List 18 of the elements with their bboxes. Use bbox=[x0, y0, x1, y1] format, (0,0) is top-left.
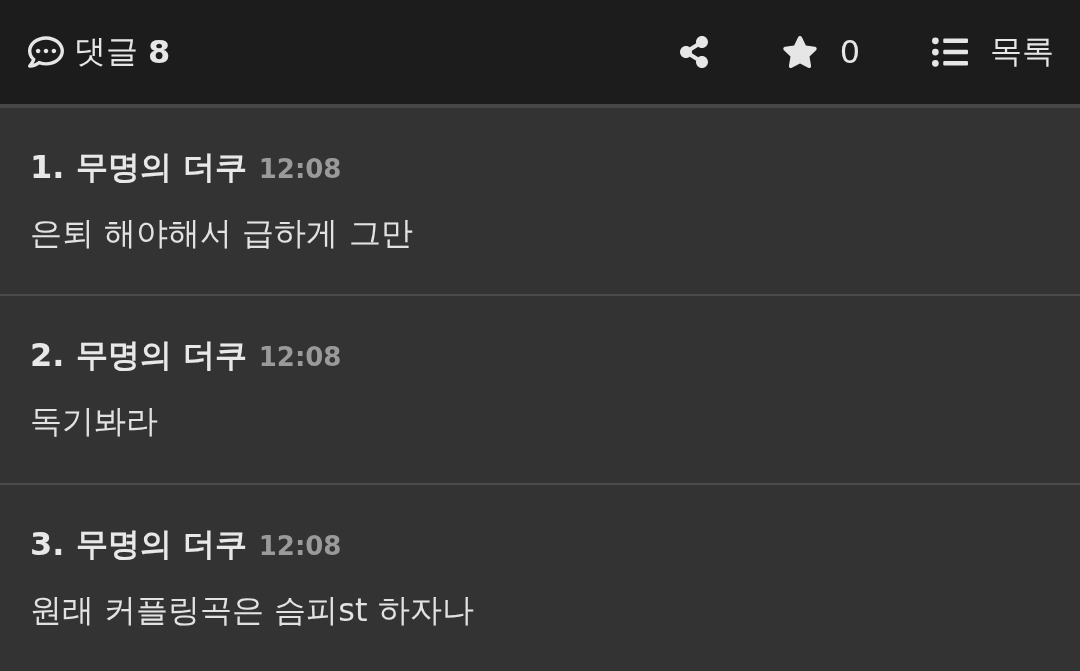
star-icon bbox=[781, 34, 818, 70]
comment-text: 은퇴 해야해서 급하게 그만 bbox=[30, 213, 414, 254]
list-button[interactable]: 목록 bbox=[932, 30, 1054, 74]
share-icon bbox=[677, 36, 710, 68]
comments-label: 댓글 bbox=[74, 31, 138, 72]
comment-icon bbox=[28, 34, 64, 70]
comment-text: 독기봐라 bbox=[30, 401, 159, 443]
comment-text: 원래 커플링곡은 슴피st 하자나 bbox=[30, 589, 475, 631]
comment-time: 12:08 bbox=[258, 342, 342, 373]
comment-time: 12:08 bbox=[258, 530, 342, 561]
comments-count: 8 bbox=[148, 33, 171, 71]
list-icon bbox=[932, 34, 968, 70]
comment-author: 3. 무명의 더쿠 bbox=[30, 523, 247, 565]
comment-author: 2. 무명의 더쿠 bbox=[30, 335, 247, 377]
comment-author: 1. 무명의 더쿠 bbox=[30, 147, 247, 188]
star-button[interactable]: 0 bbox=[781, 33, 860, 71]
share-button[interactable] bbox=[677, 36, 710, 68]
comment-time: 12:08 bbox=[258, 154, 342, 184]
